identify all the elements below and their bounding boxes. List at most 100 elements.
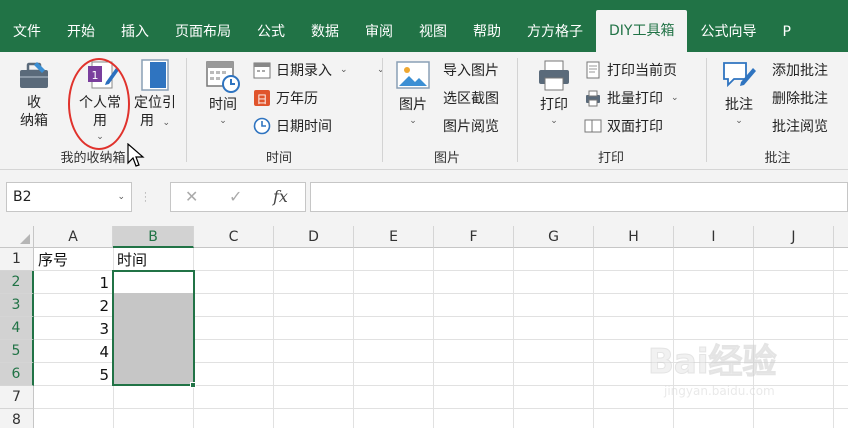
print-current-page-button[interactable]: 打印当前页 xyxy=(584,58,677,82)
time-button-label: 时间 xyxy=(209,97,237,113)
column-locate-icon xyxy=(141,59,169,91)
row-header-3[interactable]: 3 xyxy=(0,294,34,317)
formula-input[interactable] xyxy=(310,182,848,212)
chevron-down-icon: ⌄ xyxy=(162,118,170,128)
locate-reference-label-1: 定位引 xyxy=(134,95,176,111)
picture-button[interactable]: 图片 ⌄ xyxy=(391,58,435,126)
tab-formula-wizard[interactable]: 公式向导 xyxy=(687,12,769,52)
perpetual-calendar-button[interactable]: 日 万年历 xyxy=(253,86,318,110)
chevron-down-icon: ⌄ xyxy=(117,192,125,202)
batch-print-icon xyxy=(586,90,600,107)
picture-browse-button[interactable]: 图片阅览 xyxy=(443,114,499,138)
row-header-5[interactable]: 5 xyxy=(0,340,34,363)
tab-formulas[interactable]: 公式 xyxy=(244,12,298,52)
formula-bar: B2 ⌄ · · · ✕ ✓ fx xyxy=(0,170,848,226)
active-cell[interactable] xyxy=(114,271,193,293)
group-label-my-box: 我的收纳箱 xyxy=(60,151,126,166)
locate-reference-button[interactable]: 定位引 用 ⌄ xyxy=(130,58,180,130)
picture-icon xyxy=(396,61,430,89)
column-header-g[interactable]: G xyxy=(514,226,594,248)
tab-review[interactable]: 审阅 xyxy=(352,12,406,52)
name-box[interactable]: B2 ⌄ xyxy=(6,182,132,212)
row-header-1[interactable]: 1 xyxy=(0,248,34,271)
column-header-i[interactable]: I xyxy=(674,226,754,248)
date-time-button[interactable]: 日期时间 xyxy=(253,114,332,138)
enter-icon[interactable]: ✓ xyxy=(229,187,242,206)
svg-text:日: 日 xyxy=(257,93,268,106)
add-comment-button[interactable]: 添加批注 xyxy=(772,58,828,82)
tab-view[interactable]: 视图 xyxy=(406,12,460,52)
column-header-partial[interactable] xyxy=(834,226,848,248)
grid-line xyxy=(273,248,274,428)
personal-common-button[interactable]: 1 个人常 用 ⌄ xyxy=(72,58,128,142)
tab-file[interactable]: 文件 xyxy=(0,12,54,52)
storage-box-button[interactable]: 收 纳箱 xyxy=(12,58,56,130)
chevron-down-icon: ⌄ xyxy=(409,116,417,126)
grid-line xyxy=(34,408,848,409)
delete-comment-button[interactable]: 删除批注 xyxy=(772,86,828,110)
row-header-6[interactable]: 6 xyxy=(0,363,34,386)
column-header-d[interactable]: D xyxy=(274,226,354,248)
cell-b1[interactable]: 时间 xyxy=(113,249,193,272)
delete-comment-label: 删除批注 xyxy=(772,91,828,107)
column-header-c[interactable]: C xyxy=(194,226,274,248)
insert-function-icon[interactable]: fx xyxy=(273,187,288,206)
row-header-4[interactable]: 4 xyxy=(0,317,34,340)
select-all-button[interactable] xyxy=(0,226,34,248)
date-entry-button[interactable]: 日期录入 ⌄ xyxy=(253,58,348,82)
group-print: 打印 ⌄ 打印当前页 批量打印 ⌄ 双面打印 打印 xyxy=(518,52,704,170)
cancel-icon[interactable]: ✕ xyxy=(185,187,198,206)
date-time-label: 日期时间 xyxy=(276,119,332,135)
selection-screenshot-button[interactable]: 选区截图 xyxy=(443,86,499,110)
comment-button[interactable]: 批注 ⌄ xyxy=(717,58,761,126)
comment-button-label: 批注 xyxy=(725,97,753,113)
cell-a4[interactable]: 3 xyxy=(34,318,113,341)
tab-insert[interactable]: 插入 xyxy=(108,12,162,52)
chevron-down-icon: ⌄ xyxy=(550,116,558,126)
print-button[interactable]: 打印 ⌄ xyxy=(532,58,576,126)
group-comment: 批注 ⌄ 添加批注 删除批注 批注阅览 批注 xyxy=(707,52,848,170)
tab-diy-toolbox[interactable]: DIY工具箱 xyxy=(596,10,688,52)
formula-tools: ✕ ✓ fx xyxy=(170,182,306,212)
chevron-down-icon: ⌄ xyxy=(96,132,104,142)
cell-a1[interactable]: 序号 xyxy=(34,249,113,272)
column-header-e[interactable]: E xyxy=(354,226,434,248)
duplex-print-icon xyxy=(584,119,602,133)
column-header-h[interactable]: H xyxy=(594,226,674,248)
row-header-8[interactable]: 8 xyxy=(0,409,34,428)
grid-line xyxy=(34,385,848,386)
tab-home[interactable]: 开始 xyxy=(54,12,108,52)
grid-line xyxy=(673,248,674,428)
cell-a6[interactable]: 5 xyxy=(34,364,113,387)
picture-button-label: 图片 xyxy=(399,97,427,113)
cell-a3[interactable]: 2 xyxy=(34,295,113,318)
row-header-2[interactable]: 2 xyxy=(0,271,34,294)
grid-line xyxy=(433,248,434,428)
group-label-time: 时间 xyxy=(265,151,292,166)
tab-data[interactable]: 数据 xyxy=(298,12,352,52)
name-box-value: B2 xyxy=(13,189,32,205)
date-entry-label: 日期录入 xyxy=(276,63,332,79)
drag-handle-icon[interactable]: · · · xyxy=(144,190,154,207)
column-header-b[interactable]: B xyxy=(113,226,194,248)
row-header-7[interactable]: 7 xyxy=(0,386,34,409)
group-label-picture: 图片 xyxy=(433,151,460,166)
print-current-page-label: 打印当前页 xyxy=(607,63,677,79)
cell-a5[interactable]: 4 xyxy=(34,341,113,364)
tab-more[interactable]: P xyxy=(769,12,803,52)
fill-handle[interactable] xyxy=(190,382,196,388)
batch-print-button[interactable]: 批量打印 ⌄ xyxy=(584,86,679,110)
onenote-pen-icon: 1 xyxy=(88,61,119,89)
tab-page-layout[interactable]: 页面布局 xyxy=(162,12,244,52)
column-header-j[interactable]: J xyxy=(754,226,834,248)
tab-fangfang[interactable]: 方方格子 xyxy=(514,12,596,52)
import-picture-button[interactable]: 导入图片 xyxy=(443,58,499,82)
column-header-f[interactable]: F xyxy=(434,226,514,248)
time-button[interactable]: 时间 ⌄ xyxy=(201,58,245,126)
tab-help[interactable]: 帮助 xyxy=(460,12,514,52)
column-header-a[interactable]: A xyxy=(34,226,113,248)
chevron-down-icon: ⌄ xyxy=(671,93,679,103)
cell-a2[interactable]: 1 xyxy=(34,272,113,295)
duplex-print-button[interactable]: 双面打印 xyxy=(584,114,663,138)
comment-browse-button[interactable]: 批注阅览 xyxy=(772,114,828,138)
